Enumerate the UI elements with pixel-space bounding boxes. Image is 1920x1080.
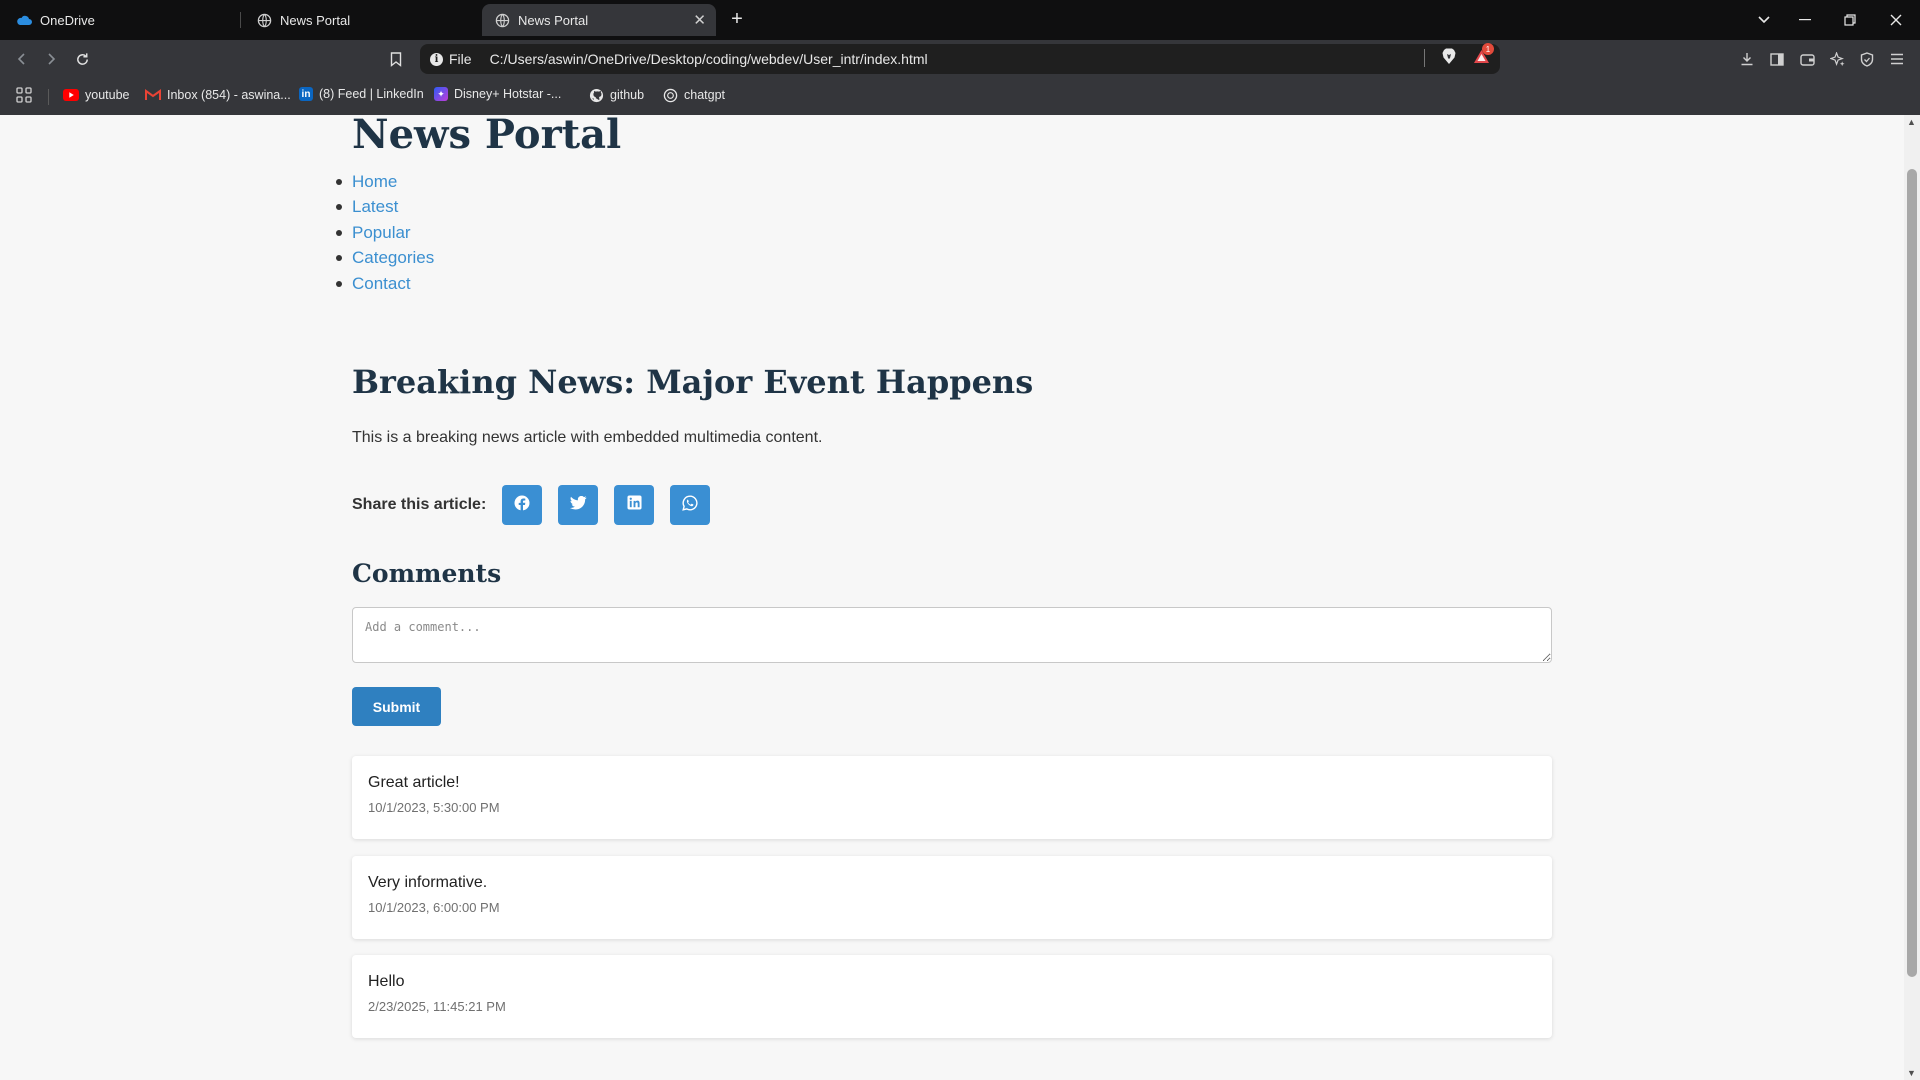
page-viewport: News Portal Home Latest Popular Categori…: [0, 115, 1904, 1080]
youtube-icon: [63, 87, 79, 103]
tab-search-chevron-icon[interactable]: [1752, 8, 1776, 32]
tab-label: News Portal: [518, 12, 589, 28]
share-twitter-button[interactable]: [558, 485, 599, 525]
bookmark-label: Disney+ Hotstar -...: [454, 87, 562, 101]
scroll-down-arrow-icon[interactable]: ▼: [1907, 1068, 1916, 1078]
share-linkedin-button[interactable]: [614, 485, 655, 525]
github-icon: [588, 87, 604, 103]
bookmarks-bar: youtube Inbox (854) - aswina... in (8) F…: [0, 78, 1920, 116]
comment-textarea[interactable]: [352, 607, 1552, 663]
info-icon: i: [430, 52, 443, 66]
linkedin-icon: [627, 495, 642, 515]
comment-timestamp: 10/1/2023, 6:00:00 PM: [368, 900, 500, 915]
menu-icon[interactable]: [1885, 47, 1909, 71]
bookmark-label: (8) Feed | LinkedIn: [319, 87, 424, 101]
leo-ai-icon[interactable]: [1825, 47, 1849, 71]
tab-strip: OneDrive News Portal News Portal ✕ +: [0, 0, 1920, 40]
forward-button[interactable]: [39, 47, 63, 71]
hotstar-icon: ✦: [434, 87, 448, 101]
tab-onedrive[interactable]: OneDrive: [4, 4, 240, 36]
url-divider: [1424, 49, 1425, 67]
tab-label: OneDrive: [40, 12, 95, 28]
bookmark-hotstar[interactable]: ✦ Disney+ Hotstar -...: [434, 87, 561, 101]
whatsapp-icon: [682, 494, 698, 516]
close-window-button[interactable]: [1884, 8, 1908, 32]
bookmark-gmail[interactable]: Inbox (854) - aswina...: [145, 87, 291, 103]
globe-icon: [256, 12, 272, 28]
tab-news-portal-active[interactable]: News Portal ✕: [482, 4, 716, 36]
vpn-shield-icon[interactable]: [1855, 47, 1879, 71]
bookmark-label: Inbox (854) - aswina...: [167, 88, 291, 102]
restore-button[interactable]: [1838, 8, 1862, 32]
facebook-icon: [514, 495, 530, 516]
bookmark-chatgpt[interactable]: chatgpt: [662, 87, 725, 103]
comment-timestamp: 2/23/2025, 11:45:21 PM: [368, 999, 506, 1014]
share-label: Share this article:: [352, 496, 487, 513]
scrollbar-thumb[interactable]: [1907, 169, 1917, 977]
comment-text: Very informative.: [368, 874, 488, 891]
main-nav: Home Latest Popular Categories Contact: [352, 169, 434, 297]
tab-divider: [240, 12, 241, 28]
site-info-button[interactable]: i File: [430, 51, 472, 67]
site-title: News Portal: [352, 115, 622, 158]
nav-item-contact: Contact: [352, 271, 434, 297]
tab-label: News Portal: [280, 12, 351, 28]
bookmark-linkedin[interactable]: in (8) Feed | LinkedIn: [299, 87, 424, 101]
gmail-icon: [145, 87, 161, 103]
scroll-up-arrow-icon[interactable]: ▲: [1907, 117, 1916, 127]
comment-text: Great article!: [368, 774, 460, 791]
nav-item-categories: Categories: [352, 246, 434, 272]
bookmarks-divider: [48, 89, 49, 105]
url-scheme: File: [449, 51, 472, 67]
bookmark-github[interactable]: github: [588, 87, 644, 103]
brave-shields-icon[interactable]: [1441, 48, 1457, 68]
twitter-icon: [569, 495, 587, 515]
url-text[interactable]: C:/Users/aswin/OneDrive/Desktop/coding/w…: [490, 51, 928, 67]
bookmark-youtube[interactable]: youtube: [63, 87, 129, 103]
bookmark-label: youtube: [85, 88, 130, 102]
download-icon[interactable]: [1735, 47, 1759, 71]
comment-timestamp: 10/1/2023, 5:30:00 PM: [368, 800, 500, 815]
nav-link-categories[interactable]: Categories: [352, 248, 434, 268]
chatgpt-icon: [662, 87, 678, 103]
reload-button[interactable]: [70, 47, 94, 71]
onedrive-icon: [16, 12, 32, 28]
sidebar-icon[interactable]: [1765, 47, 1789, 71]
new-tab-button[interactable]: +: [724, 6, 750, 32]
apps-grid-icon[interactable]: [16, 87, 32, 103]
close-tab-icon[interactable]: ✕: [693, 11, 706, 29]
nav-item-latest: Latest: [352, 195, 434, 221]
linkedin-icon: in: [299, 87, 313, 101]
minimize-button[interactable]: [1793, 8, 1817, 32]
share-whatsapp-button[interactable]: [670, 485, 711, 525]
nav-item-popular: Popular: [352, 220, 434, 246]
vertical-scrollbar[interactable]: ▲ ▼: [1904, 115, 1920, 1080]
nav-link-contact[interactable]: Contact: [352, 274, 411, 294]
nav-link-home[interactable]: Home: [352, 172, 397, 192]
wallet-icon[interactable]: [1795, 47, 1819, 71]
article-title: Breaking News: Major Event Happens: [352, 363, 1034, 401]
comment-card: Very informative. 10/1/2023, 6:00:00 PM: [352, 856, 1552, 939]
toolbar: i File C:/Users/aswin/OneDrive/Desktop/c…: [0, 40, 1920, 78]
bookmark-icon[interactable]: [384, 47, 408, 71]
share-bar: Share this article:: [352, 485, 726, 525]
globe-icon: [494, 12, 510, 28]
bookmark-label: chatgpt: [684, 88, 726, 102]
notification-badge: 1: [1482, 43, 1494, 55]
nav-link-latest[interactable]: Latest: [352, 197, 398, 217]
share-facebook-button[interactable]: [502, 485, 543, 525]
article-body: This is a breaking news article with emb…: [352, 429, 823, 446]
comment-card: Hello 2/23/2025, 11:45:21 PM: [352, 955, 1552, 1038]
comment-card: Great article! 10/1/2023, 5:30:00 PM: [352, 756, 1552, 839]
tab-news-portal[interactable]: News Portal: [244, 4, 480, 36]
address-bar[interactable]: i File C:/Users/aswin/OneDrive/Desktop/c…: [420, 43, 1500, 74]
comment-text: Hello: [368, 973, 405, 990]
nav-item-home: Home: [352, 169, 434, 195]
submit-comment-button[interactable]: Submit: [352, 687, 441, 726]
comments-heading: Comments: [352, 559, 502, 588]
back-button[interactable]: [10, 47, 34, 71]
nav-link-popular[interactable]: Popular: [352, 223, 411, 243]
brave-rewards-icon[interactable]: 1: [1473, 43, 1494, 67]
bookmark-label: github: [610, 88, 645, 102]
